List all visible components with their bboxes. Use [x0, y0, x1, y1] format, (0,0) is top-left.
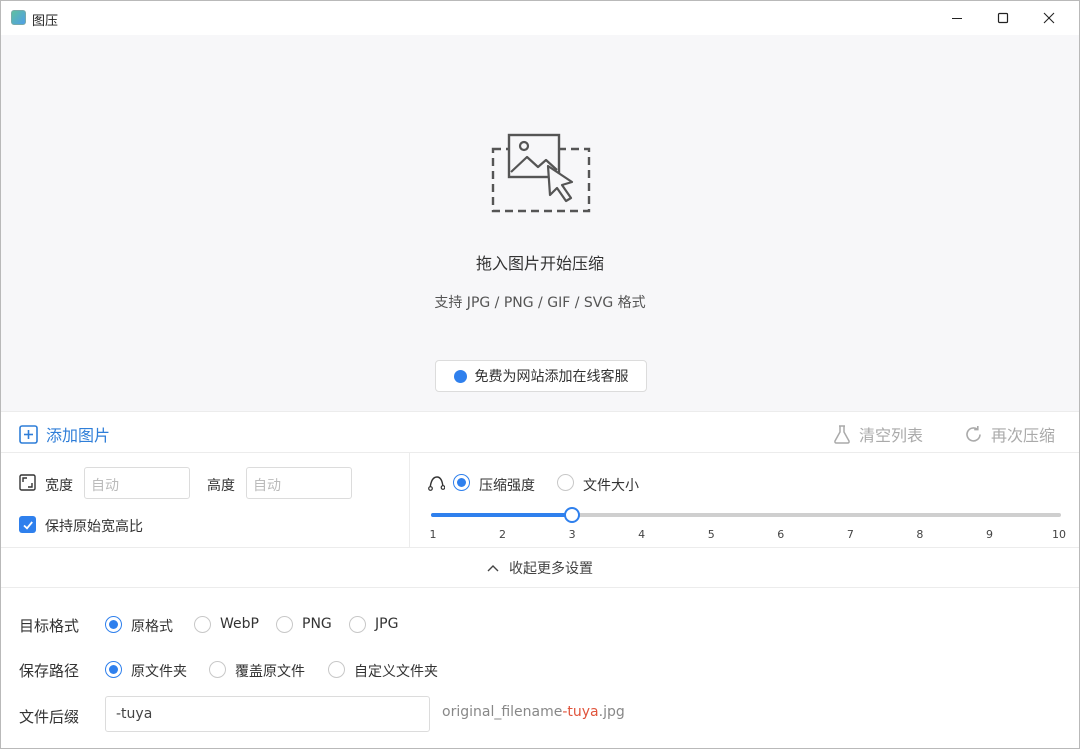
slider-tick-label: 9 [985, 528, 993, 541]
slider-tick-label: 2 [499, 528, 507, 541]
clear-list-label: 清空列表 [859, 426, 924, 445]
window-title: 图压 [32, 14, 59, 29]
keep-ratio-label: 保持原始宽高比 [45, 519, 143, 535]
filename-preview: original_filename-tuya.jpg [442, 704, 625, 720]
add-image-label: 添加图片 [46, 426, 111, 445]
path-original-label: 原文件夹 [131, 664, 187, 680]
drop-zone[interactable]: 拖入图片开始压缩 支持 JPG / PNG / GIF / SVG 格式 免费为… [1, 35, 1079, 411]
height-input[interactable]: 自动 [246, 467, 352, 499]
suffix-label: 文件后缀 [19, 708, 80, 726]
collapse-settings-button[interactable]: 收起更多设置 [1, 548, 1079, 588]
keep-ratio-checkbox[interactable] [19, 516, 36, 533]
title-bar: 图压 [1, 1, 1079, 35]
add-image-button[interactable]: 添加图片 [19, 422, 110, 446]
promo-dot-icon [453, 369, 467, 383]
toolbar: 添加图片 清空列表 再次压缩 [1, 411, 1079, 453]
save-path-label: 保存路径 [19, 662, 80, 680]
chevron-up-icon [487, 564, 499, 571]
height-label: 高度 [207, 478, 235, 494]
recompress-label: 再次压缩 [991, 426, 1056, 445]
maximize-icon [997, 12, 1009, 24]
close-icon [1043, 12, 1055, 24]
minimize-button[interactable] [934, 1, 980, 35]
slider-tick-label: 5 [707, 528, 715, 541]
app-logo-icon [11, 10, 26, 25]
slider-tick-label: 8 [916, 528, 924, 541]
app-window: 图压 拖入图片开始压缩 支持 JPG / PNG / GIF / SVG 格式 … [0, 0, 1080, 749]
format-png-radio[interactable] [276, 616, 293, 633]
width-label: 宽度 [45, 478, 73, 494]
suffix-input[interactable]: -tuya [105, 696, 430, 732]
clear-list-button[interactable]: 清空列表 [833, 422, 923, 446]
add-square-icon [19, 424, 38, 444]
maximize-button[interactable] [980, 1, 1026, 35]
format-webp-radio[interactable] [194, 616, 211, 633]
format-jpg-radio[interactable] [349, 616, 366, 633]
refresh-icon [966, 425, 981, 442]
mode-filesize-radio[interactable] [557, 474, 574, 491]
width-input[interactable]: 自动 [84, 467, 190, 499]
minimize-icon [952, 18, 962, 19]
mode-strength-radio[interactable] [453, 474, 470, 491]
target-format-label: 目标格式 [19, 617, 80, 635]
promo-button[interactable]: 免费为网站添加在线客服 [435, 360, 647, 392]
drop-title: 拖入图片开始压缩 [475, 254, 604, 273]
slider-tick-label: 10 [1052, 528, 1066, 541]
compression-slider-thumb[interactable] [564, 507, 581, 523]
format-webp-label: WebP [220, 616, 259, 632]
path-custom-radio[interactable] [328, 661, 345, 678]
format-original-radio[interactable] [105, 616, 122, 633]
format-jpg-label: JPG [375, 616, 399, 632]
slider-tick-label: 6 [777, 528, 785, 541]
format-original-label: 原格式 [131, 619, 173, 635]
flask-icon [834, 425, 850, 444]
check-icon [22, 520, 33, 530]
mode-filesize-label: 文件大小 [583, 478, 639, 494]
recompress-button[interactable]: 再次压缩 [964, 422, 1055, 446]
drop-subtitle: 支持 JPG / PNG / GIF / SVG 格式 [434, 295, 646, 311]
format-png-label: PNG [302, 616, 332, 632]
path-custom-label: 自定义文件夹 [354, 664, 438, 680]
preview-prefix: original_filename [442, 704, 563, 720]
promo-label: 免费为网站添加在线客服 [474, 369, 629, 385]
mode-strength-label: 压缩强度 [479, 478, 535, 494]
slider-tick-label: 7 [846, 528, 854, 541]
image-drop-icon [491, 133, 591, 213]
curve-icon [428, 476, 445, 491]
preview-ext: .jpg [598, 704, 625, 720]
slider-tick-label: 3 [568, 528, 576, 541]
path-overwrite-label: 覆盖原文件 [235, 664, 305, 680]
preview-suffix: -tuya [562, 704, 599, 720]
slider-tick-label: 4 [638, 528, 646, 541]
path-overwrite-radio[interactable] [209, 661, 226, 678]
resize-icon [19, 474, 36, 491]
settings-divider [409, 453, 410, 548]
close-button[interactable] [1026, 1, 1072, 35]
compression-slider-fill [431, 513, 573, 517]
settings-panel: 宽度 自动 高度 自动 保持原始宽高比 压缩强度 文件大小 1 2 3 4 5 6 7 8 9 1… [1, 453, 1079, 548]
collapse-label: 收起更多设置 [509, 560, 593, 577]
path-original-radio[interactable] [105, 661, 122, 678]
slider-tick-label: 1 [429, 528, 437, 541]
